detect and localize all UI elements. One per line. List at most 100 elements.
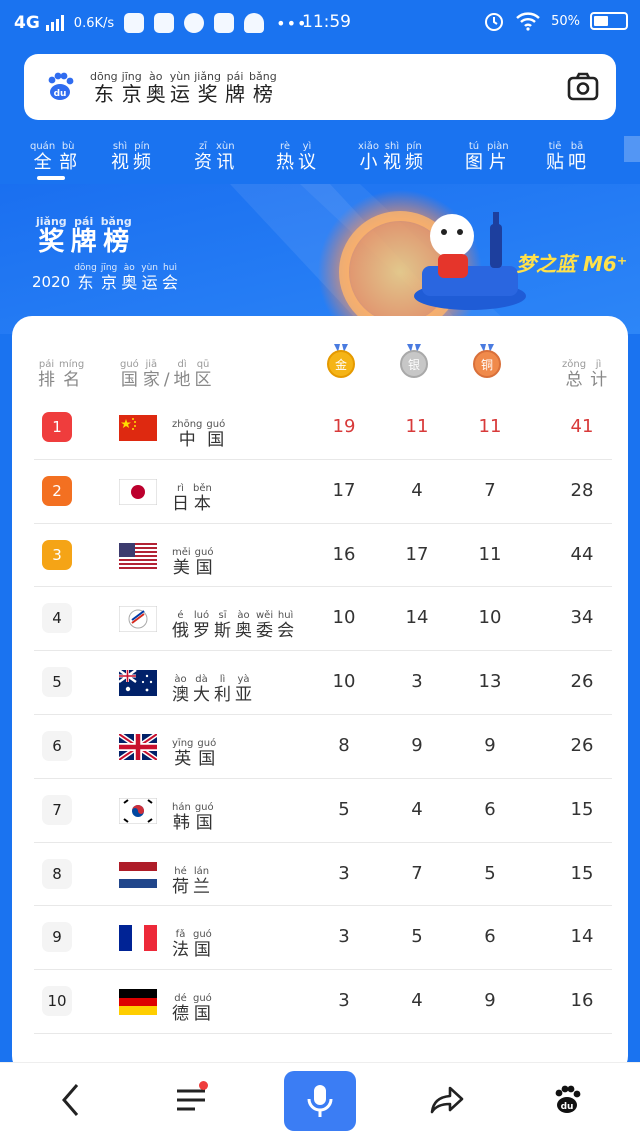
- more-tabs-handle[interactable]: [624, 136, 640, 162]
- pinyin-char: jīng 京: [100, 263, 118, 292]
- share-icon: [430, 1086, 464, 1114]
- country-name: yīng 英 guó 国: [172, 731, 216, 768]
- pinyin-char: pái 牌: [225, 69, 246, 106]
- usa-flag-icon: [119, 542, 157, 569]
- voice-search-button[interactable]: [284, 1071, 356, 1131]
- pinyin-char: míng 名: [59, 359, 85, 390]
- bronze-count: 9: [484, 990, 496, 1012]
- tab-videos[interactable]: shì 视 pín 频: [111, 134, 151, 172]
- tab-short-videos[interactable]: xiǎo 小 shì 视 pín 频: [358, 134, 423, 172]
- battery-percent: 50%: [551, 13, 580, 29]
- france-flag-icon: [119, 925, 157, 952]
- total-count: 26: [570, 671, 594, 693]
- pinyin-char: jiā 家: [142, 359, 160, 390]
- rank-badge: 10: [42, 986, 72, 1017]
- netherlands-flag-icon: [119, 861, 157, 888]
- svg-text:银: 银: [408, 358, 420, 372]
- table-row[interactable]: 4 é 俄 luó 罗 sī 斯 ào 奥 wěi 委 huì 会 10 14 10 34: [34, 587, 612, 652]
- total-count: 16: [570, 990, 594, 1012]
- pinyin-char: huì 会: [162, 263, 179, 292]
- baidu-icon: du: [555, 1085, 581, 1113]
- search-query[interactable]: dōng 东 jīng 京 ào 奥 yùn 运 jiǎng 奖 pái 牌 bǎng 榜: [90, 71, 277, 104]
- country-name: é 俄 luó 罗 sī 斯 ào 奥 wěi 委 huì 会: [172, 603, 294, 640]
- bottom-nav: du: [0, 1062, 640, 1138]
- bronze-count: 7: [484, 479, 496, 501]
- tab-tieba[interactable]: tiē 贴 bā 吧: [546, 134, 586, 172]
- rank-badge: 7: [42, 794, 72, 825]
- pinyin-char: quán 全: [30, 141, 56, 173]
- banner-subtitle: 2020 dōng 东 jīng 京 ào 奥 yùn 运 huì 会: [32, 263, 179, 292]
- gold-count: 17: [332, 479, 356, 501]
- header-total: zǒng 总 jì 计: [562, 352, 607, 389]
- table-header: pái 排 míng 名 guó 国 jiā 家 / dì 地 qū 区 金 银 铜 zǒng 总 jì…: [12, 316, 628, 396]
- table-row[interactable]: 5 ào 澳 dà 大 lì 利 yà 亚 10 3 13 26: [34, 651, 612, 715]
- table-row[interactable]: 10 dé 德 guó 国 3 4 9 16: [34, 970, 612, 1034]
- pinyin-char: piàn 片: [487, 141, 509, 173]
- pinyin-char: pái 牌: [70, 215, 97, 257]
- bronze-count: 10: [478, 607, 502, 629]
- back-button[interactable]: [46, 1075, 96, 1125]
- pinyin-char: bù 部: [59, 141, 78, 173]
- share-button[interactable]: [422, 1075, 472, 1125]
- pinyin-char: ào 奥: [145, 69, 166, 106]
- tab-news[interactable]: zī 资 xùn 讯: [194, 134, 235, 172]
- table-row[interactable]: 2 rì 日 běn 本 17 4 7 28: [34, 460, 612, 524]
- pinyin-char: /: [163, 370, 170, 390]
- gold-count: 3: [338, 926, 350, 948]
- pinyin-char: luó 罗: [193, 610, 210, 642]
- pinyin-char: pín 频: [404, 141, 423, 173]
- active-tab-indicator: [37, 176, 65, 180]
- pinyin-char: hán 韩: [172, 801, 191, 833]
- app-notification-icon: [124, 13, 145, 33]
- battery-icon: [590, 12, 628, 30]
- bronze-count: 13: [478, 671, 502, 693]
- pinyin-char: zhōng 中: [172, 419, 203, 450]
- table-row[interactable]: 3 měi 美 guó 国 16 17 11 44: [34, 524, 612, 588]
- pinyin-char: ào 奥: [121, 263, 138, 292]
- pinyin-char: dōng 东: [90, 69, 118, 106]
- alarm-icon: [485, 13, 504, 31]
- pinyin-char: guó 国: [194, 801, 214, 833]
- country-name: měi 美 guó 国: [172, 540, 213, 577]
- pinyin-char: bǎng 榜: [249, 69, 277, 106]
- silver-count: 7: [411, 862, 423, 884]
- bronze-count: 11: [478, 543, 502, 565]
- table-row[interactable]: 7 hán 韩 guó 国 5 4 6 15: [34, 779, 612, 843]
- pinyin-char: huì 会: [277, 610, 295, 642]
- pinyin-char: měi 美: [172, 546, 191, 578]
- country-name: zhōng 中 guó 国: [172, 412, 225, 449]
- pinyin-char: dé 德: [172, 993, 189, 1025]
- mic-icon: [307, 1085, 333, 1117]
- tab-discussion[interactable]: rè 热 yì 议: [276, 134, 316, 172]
- pinyin-char: guó 国: [120, 359, 139, 390]
- total-count: 14: [570, 926, 594, 948]
- pinyin-char: jiǎng 奖: [36, 215, 67, 257]
- rank-badge: 9: [42, 922, 72, 953]
- pinyin-char: qū 区: [194, 359, 212, 390]
- tab-images[interactable]: tú 图 piàn 片: [465, 134, 509, 172]
- camera-icon[interactable]: [566, 70, 600, 104]
- pinyin-char: hé 荷: [172, 865, 189, 897]
- total-count: 15: [570, 798, 594, 820]
- qq-icon: [244, 13, 265, 33]
- table-row[interactable]: 6 yīng 英 guó 国 8 9 9 26: [34, 715, 612, 779]
- baidu-home-button[interactable]: du: [542, 1075, 592, 1125]
- pinyin-char: jīng 京: [121, 69, 142, 106]
- rank-badge: 6: [42, 730, 72, 761]
- menu-button[interactable]: [166, 1075, 216, 1125]
- pinyin-char: lán 兰: [193, 865, 210, 897]
- australia-flag-icon: [119, 670, 157, 697]
- table-row[interactable]: 9 fǎ 法 guó 国 3 5 6 14: [34, 906, 612, 971]
- country-name: hán 韩 guó 国: [172, 795, 214, 832]
- pinyin-char: shì 视: [382, 141, 401, 173]
- table-row[interactable]: 1 zhōng 中 guó 国 19 11 11 41: [34, 396, 612, 460]
- total-count: 44: [570, 543, 594, 565]
- mail-icon: [214, 13, 235, 33]
- silver-medal-icon: 银: [400, 344, 428, 378]
- tab-all[interactable]: quán 全 bù 部: [30, 134, 77, 172]
- search-bar[interactable]: du dōng 东 jīng 京 ào 奥 yùn 运 jiǎng 奖 pái 牌 bǎng 榜: [24, 54, 616, 120]
- table-row[interactable]: 8 hé 荷 lán 兰 3 7 5 15: [34, 843, 612, 907]
- pinyin-char: bā 吧: [568, 141, 586, 173]
- silver-count: 4: [411, 990, 423, 1012]
- network-speed: 0.6K/s: [73, 15, 115, 31]
